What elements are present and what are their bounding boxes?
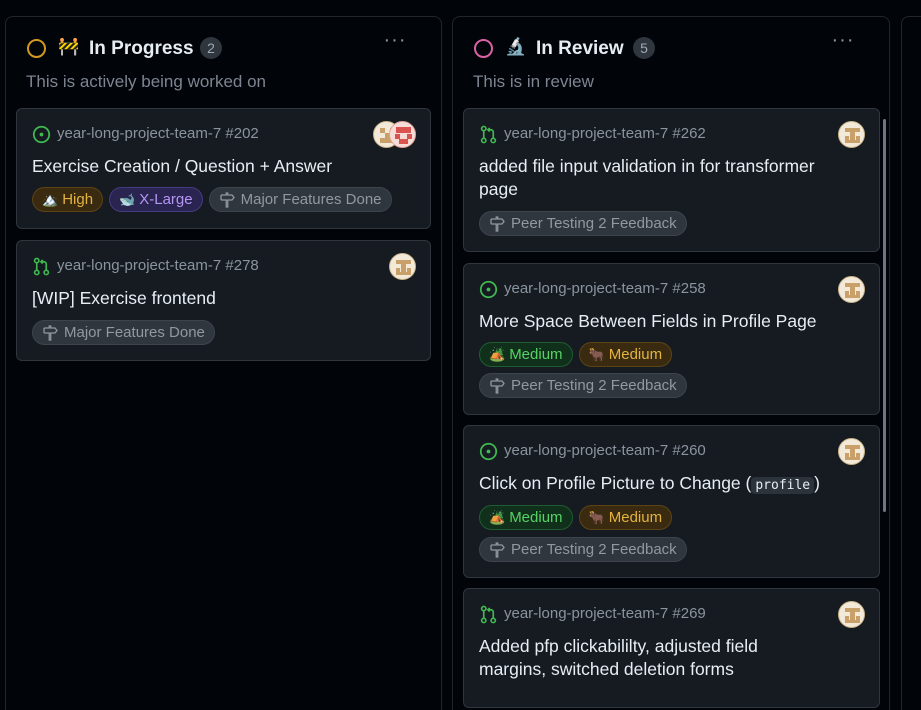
card-reference[interactable]: year-long-project-team-7 #278: [32, 256, 259, 276]
card-reference[interactable]: year-long-project-team-7 #202: [32, 124, 259, 144]
priority-label[interactable]: 🏕️ Medium: [479, 505, 573, 530]
milestone-icon: [43, 324, 58, 341]
card-title[interactable]: [WIP] Exercise frontend: [32, 287, 380, 310]
column-scrollbar[interactable]: [883, 119, 886, 512]
status-circle-icon: [474, 39, 493, 58]
milestone-label-text: Major Features Done: [64, 324, 205, 341]
ox-emoji-icon: 🐂: [588, 510, 605, 525]
milestone-icon: [490, 215, 505, 232]
priority-label-text: High: [62, 191, 94, 208]
card-title[interactable]: Click on Profile Picture to Change (prof…: [479, 472, 829, 497]
identicon-icon: [845, 445, 860, 460]
column-in-review: 🔬 In Review 5 ··· This is in review year…: [452, 16, 890, 710]
card-title[interactable]: Exercise Creation / Question + Answer: [32, 155, 380, 178]
git-pull-request-icon: [480, 125, 497, 143]
column-title: In Review: [536, 38, 624, 59]
construction-emoji-icon: 🚧: [58, 37, 80, 56]
card-pr-262[interactable]: year-long-project-team-7 #262 added file…: [463, 108, 880, 252]
size-label[interactable]: 🐂 Medium: [578, 505, 673, 530]
card-reference[interactable]: year-long-project-team-7 #258: [479, 279, 706, 299]
assignee-avatar[interactable]: [838, 601, 865, 628]
priority-label[interactable]: 🏔️ High: [32, 187, 104, 212]
card-ref-text: year-long-project-team-7 #262: [504, 125, 706, 142]
mountain-emoji-icon: 🏔️: [42, 192, 59, 207]
milestone-icon: [490, 377, 505, 394]
column-next: [901, 16, 921, 710]
column-count-badge: 5: [633, 37, 655, 59]
issue-opened-icon: [479, 442, 498, 460]
card-reference[interactable]: year-long-project-team-7 #262: [479, 124, 706, 144]
column-description: This is in review: [473, 72, 594, 91]
camping-emoji-icon: 🏕️: [489, 510, 506, 525]
milestone-icon: [219, 191, 235, 208]
card-ref-text: year-long-project-team-7 #269: [504, 605, 706, 622]
milestone-label[interactable]: Peer Testing 2 Feedback: [479, 373, 687, 398]
card-pr-278[interactable]: year-long-project-team-7 #278 [WIP] Exer…: [16, 240, 431, 361]
milestone-label[interactable]: Peer Testing 2 Feedback: [479, 537, 687, 562]
card-issue-258[interactable]: year-long-project-team-7 #258 More Space…: [463, 263, 880, 415]
card-ref-text: year-long-project-team-7 #258: [504, 280, 706, 297]
milestone-label[interactable]: Major Features Done: [32, 320, 215, 345]
identicon-icon: [845, 128, 860, 143]
card-ref-text: year-long-project-team-7 #260: [504, 442, 706, 459]
column-header: 🚧 In Progress 2 ··· This is actively bei…: [6, 17, 441, 103]
card-title-code: profile: [751, 477, 815, 494]
identicon-icon: [845, 608, 860, 623]
size-label[interactable]: 🐋 X-Large: [109, 187, 203, 212]
milestone-label-text: Peer Testing 2 Feedback: [511, 377, 677, 394]
card-reference[interactable]: year-long-project-team-7 #260: [479, 441, 706, 461]
card-title[interactable]: More Space Between Fields in Profile Pag…: [479, 310, 829, 333]
identicon-icon: [845, 283, 860, 298]
column-header: 🔬 In Review 5 ··· This is in review: [453, 17, 889, 103]
project-board: 🚧 In Progress 2 ··· This is actively bei…: [0, 0, 921, 710]
milestone-label-text: Major Features Done: [240, 191, 382, 208]
card-reference[interactable]: year-long-project-team-7 #269: [479, 604, 706, 624]
milestone-label-text: Peer Testing 2 Feedback: [511, 541, 677, 558]
identicon-icon: [396, 260, 411, 275]
priority-label-text: Medium: [509, 509, 563, 526]
card-issue-260[interactable]: year-long-project-team-7 #260 Click on P…: [463, 425, 880, 578]
issue-opened-icon: [32, 125, 51, 143]
size-label[interactable]: 🐂 Medium: [578, 342, 673, 367]
card-ref-text: year-long-project-team-7 #202: [57, 125, 259, 142]
size-label-text: X-Large: [139, 191, 193, 208]
issue-opened-icon: [479, 280, 498, 298]
column-menu-button[interactable]: ···: [828, 30, 858, 55]
assignee-avatar[interactable]: [389, 253, 416, 280]
column-description: This is actively being worked on: [26, 72, 267, 91]
size-label-text: Medium: [608, 509, 663, 526]
card-title-text: Click on Profile Picture to Change (: [479, 473, 752, 493]
priority-label[interactable]: 🏕️ Medium: [479, 342, 573, 367]
milestone-label[interactable]: Peer Testing 2 Feedback: [479, 211, 687, 236]
assignee-avatar[interactable]: [389, 121, 416, 148]
milestone-label-text: Peer Testing 2 Feedback: [511, 215, 677, 232]
card-issue-202[interactable]: year-long-project-team-7 #202 Exercise C…: [16, 108, 431, 229]
card-title[interactable]: Added pfp clickabililty, adjusted field …: [479, 635, 829, 681]
column-in-progress: 🚧 In Progress 2 ··· This is actively bei…: [5, 16, 442, 710]
whale-emoji-icon: 🐋: [119, 192, 136, 207]
camping-emoji-icon: 🏕️: [489, 347, 506, 362]
priority-label-text: Medium: [509, 346, 563, 363]
milestone-label[interactable]: Major Features Done: [208, 187, 392, 212]
git-pull-request-icon: [480, 605, 497, 623]
assignee-avatar[interactable]: [838, 438, 865, 465]
assignee-avatar[interactable]: [838, 121, 865, 148]
assignee-avatar[interactable]: [838, 276, 865, 303]
card-title-end: ): [814, 473, 820, 493]
column-count-badge: 2: [200, 37, 222, 59]
column-menu-button[interactable]: ···: [380, 30, 410, 55]
microscope-emoji-icon: 🔬: [505, 37, 527, 56]
card-title[interactable]: added file input validation in for trans…: [479, 155, 829, 201]
identicon-icon: [395, 127, 412, 144]
card-ref-text: year-long-project-team-7 #278: [57, 257, 259, 274]
size-label-text: Medium: [608, 346, 663, 363]
milestone-icon: [490, 541, 505, 558]
column-title: In Progress: [89, 38, 194, 59]
git-pull-request-icon: [33, 257, 50, 275]
card-pr-269[interactable]: year-long-project-team-7 #269 Added pfp …: [463, 588, 880, 708]
status-circle-icon: [27, 39, 46, 58]
ox-emoji-icon: 🐂: [588, 347, 605, 362]
